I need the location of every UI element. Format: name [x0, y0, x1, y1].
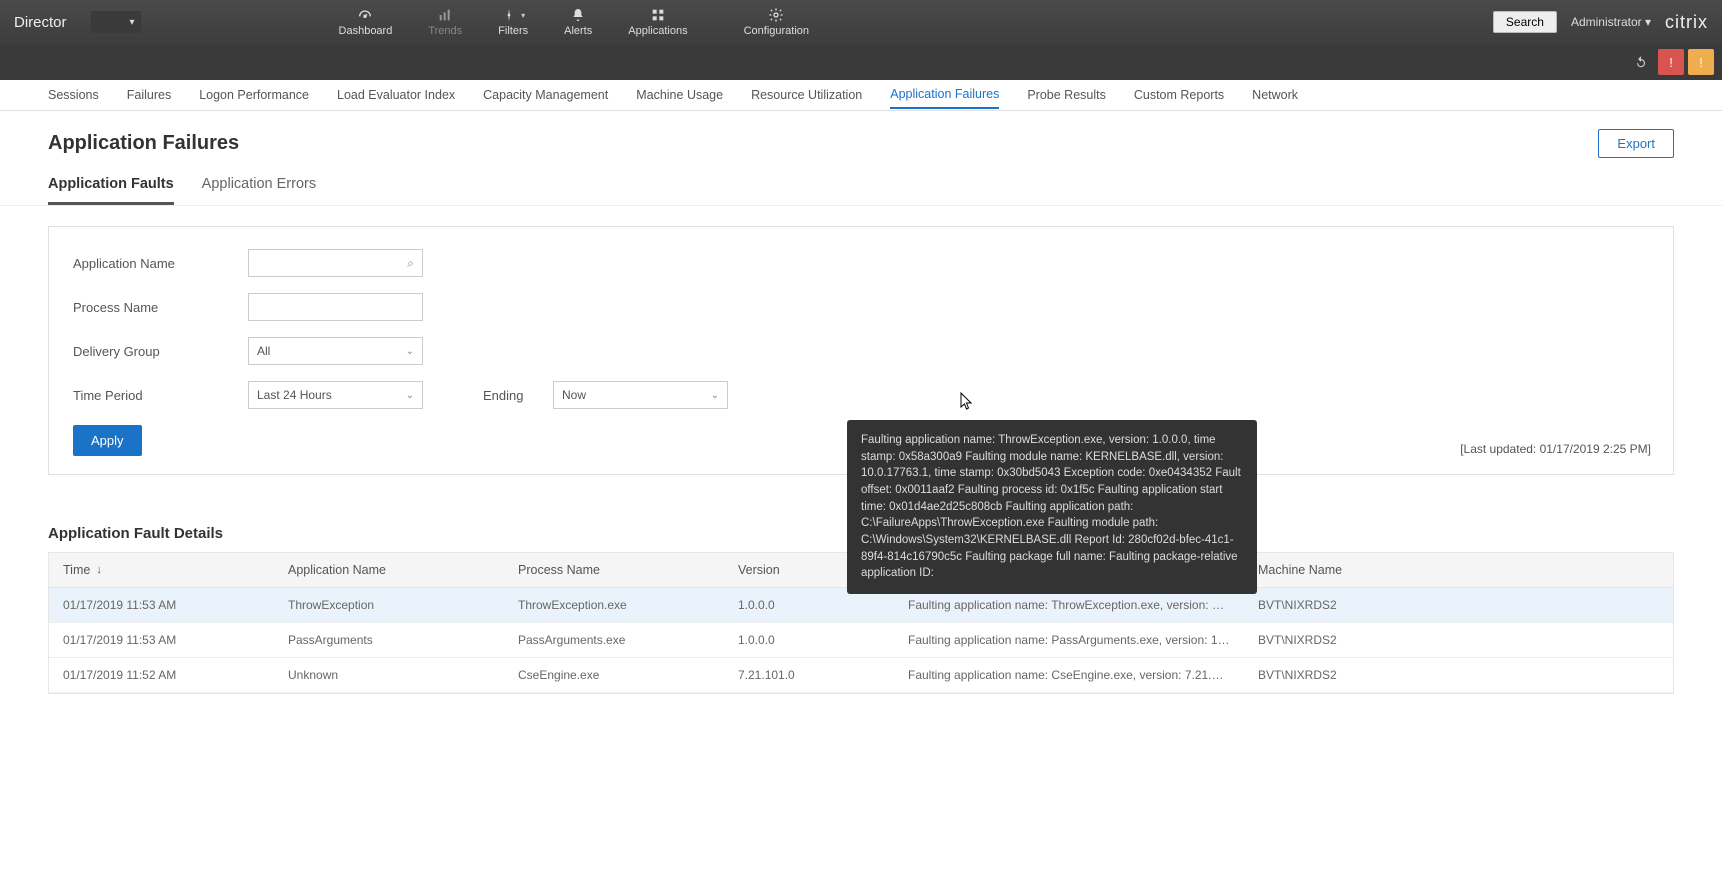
nav-alerts[interactable]: Alerts [546, 3, 610, 41]
page-header: Application Failures Export [0, 111, 1722, 164]
period-select[interactable]: Last 24 Hours ⌄ [248, 381, 423, 409]
cell-time: 01/17/2019 11:53 AM [49, 623, 274, 657]
dgroup-select[interactable]: All ⌄ [248, 337, 423, 365]
sort-desc-icon: ↓ [96, 564, 102, 576]
warning-alert-icon[interactable]: ! [1688, 49, 1714, 75]
search-icon: ⌕ [407, 256, 414, 271]
cell-ver: 1.0.0.0 [724, 623, 894, 657]
chevron-down-icon: ⌄ [406, 346, 414, 357]
topnav: Dashboard Trends ▾ Filters Alerts Applic… [321, 3, 828, 41]
tab-network[interactable]: Network [1252, 82, 1298, 108]
export-button[interactable]: Export [1598, 129, 1674, 158]
nav-configuration[interactable]: Configuration [726, 3, 827, 41]
cell-mach: BVT\NIXRDS2 [1244, 623, 1673, 657]
nav-dashboard-label: Dashboard [339, 25, 393, 37]
period-value: Last 24 Hours [257, 388, 332, 402]
tab-application-failures[interactable]: Application Failures [890, 81, 999, 109]
dgroup-value: All [257, 344, 270, 358]
cell-app: PassArguments [274, 623, 504, 657]
nav-trends[interactable]: Trends [410, 3, 480, 41]
cell-app: ThrowException [274, 588, 504, 622]
tab-resource[interactable]: Resource Utilization [751, 82, 862, 108]
refresh-button[interactable] [1628, 49, 1654, 75]
critical-alert-icon[interactable]: ! [1658, 49, 1684, 75]
admin-menu[interactable]: Administrator ▾ [1571, 15, 1651, 29]
nav-applications-label: Applications [628, 25, 687, 37]
search-button[interactable]: Search [1493, 11, 1557, 33]
tab-load[interactable]: Load Evaluator Index [337, 82, 455, 108]
col-proc[interactable]: Process Name [504, 553, 724, 587]
nav-applications[interactable]: Applications [610, 3, 705, 41]
cell-time: 01/17/2019 11:53 AM [49, 588, 274, 622]
nav-filters-label: Filters [498, 25, 528, 37]
cell-time: 01/17/2019 11:52 AM [49, 658, 274, 692]
procname-field[interactable] [257, 300, 414, 315]
tab-probe[interactable]: Probe Results [1027, 82, 1106, 108]
procname-label: Process Name [73, 300, 248, 315]
cell-proc: ThrowException.exe [504, 588, 724, 622]
ending-label: Ending [483, 388, 553, 403]
period-label: Time Period [73, 388, 248, 403]
chevron-down-icon: ▾ [129, 17, 134, 28]
brand: Director [0, 14, 81, 31]
cell-mach: BVT\NIXRDS2 [1244, 588, 1673, 622]
subtab-errors[interactable]: Application Errors [202, 176, 316, 205]
chevron-down-icon: ▾ [1645, 15, 1651, 29]
apps-icon [650, 7, 666, 23]
chevron-down-icon: ⌄ [711, 390, 719, 401]
topbar-right: Search Administrator ▾ citrix [1493, 11, 1722, 33]
tab-capacity[interactable]: Capacity Management [483, 82, 608, 108]
cell-desc: Faulting application name: CseEngine.exe… [894, 658, 1244, 692]
filter-icon: ▾ [501, 7, 525, 23]
table-row[interactable]: 01/17/2019 11:53 AM PassArguments PassAr… [49, 623, 1673, 658]
subtab-faults[interactable]: Application Faults [48, 176, 174, 205]
gauge-icon [357, 7, 373, 23]
cell-proc: PassArguments.exe [504, 623, 724, 657]
cell-proc: CseEngine.exe [504, 658, 724, 692]
cell-ver: 7.21.101.0 [724, 658, 894, 692]
nav-trends-label: Trends [428, 25, 462, 37]
nav-filters[interactable]: ▾ Filters [480, 3, 546, 41]
cell-app: Unknown [274, 658, 504, 692]
tab-failures[interactable]: Failures [127, 82, 171, 108]
description-tooltip: Faulting application name: ThrowExceptio… [847, 420, 1257, 594]
dgroup-label: Delivery Group [73, 344, 248, 359]
nav-alerts-label: Alerts [564, 25, 592, 37]
tab-logon[interactable]: Logon Performance [199, 82, 309, 108]
procname-input[interactable] [248, 293, 423, 321]
tab-custom[interactable]: Custom Reports [1134, 82, 1224, 108]
subtabs: Application Faults Application Errors [0, 164, 1722, 206]
appname-field[interactable] [257, 256, 407, 270]
tab-sessions[interactable]: Sessions [48, 82, 99, 108]
ending-select[interactable]: Now ⌄ [553, 381, 728, 409]
bell-icon [570, 7, 586, 23]
bars-icon [437, 7, 453, 23]
tenant-dropdown[interactable]: ▾ [91, 11, 141, 33]
col-time-label: Time [63, 563, 90, 577]
table-row[interactable]: 01/17/2019 11:52 AM Unknown CseEngine.ex… [49, 658, 1673, 693]
appname-label: Application Name [73, 256, 248, 271]
col-app[interactable]: Application Name [274, 553, 504, 587]
topbar: Director ▾ Dashboard Trends ▾ Filters Al… [0, 0, 1722, 44]
gear-icon [768, 7, 784, 23]
col-mach[interactable]: Machine Name [1244, 553, 1673, 587]
subbar: ! ! [0, 44, 1722, 80]
citrix-logo: citrix [1665, 12, 1708, 33]
appname-input[interactable]: ⌕ [248, 249, 423, 277]
secondary-nav: Sessions Failures Logon Performance Load… [0, 80, 1722, 111]
page-title: Application Failures [48, 132, 239, 155]
cell-desc: Faulting application name: PassArguments… [894, 623, 1244, 657]
ending-value: Now [562, 388, 586, 402]
last-updated: [Last updated: 01/17/2019 2:25 PM] [1460, 442, 1651, 456]
chevron-down-icon: ⌄ [406, 390, 414, 401]
apply-button[interactable]: Apply [73, 425, 142, 456]
admin-label: Administrator [1571, 15, 1642, 29]
cell-mach: BVT\NIXRDS2 [1244, 658, 1673, 692]
tab-machine[interactable]: Machine Usage [636, 82, 723, 108]
col-time[interactable]: Time ↓ [49, 553, 274, 587]
nav-dashboard[interactable]: Dashboard [321, 3, 411, 41]
nav-configuration-label: Configuration [744, 25, 809, 37]
